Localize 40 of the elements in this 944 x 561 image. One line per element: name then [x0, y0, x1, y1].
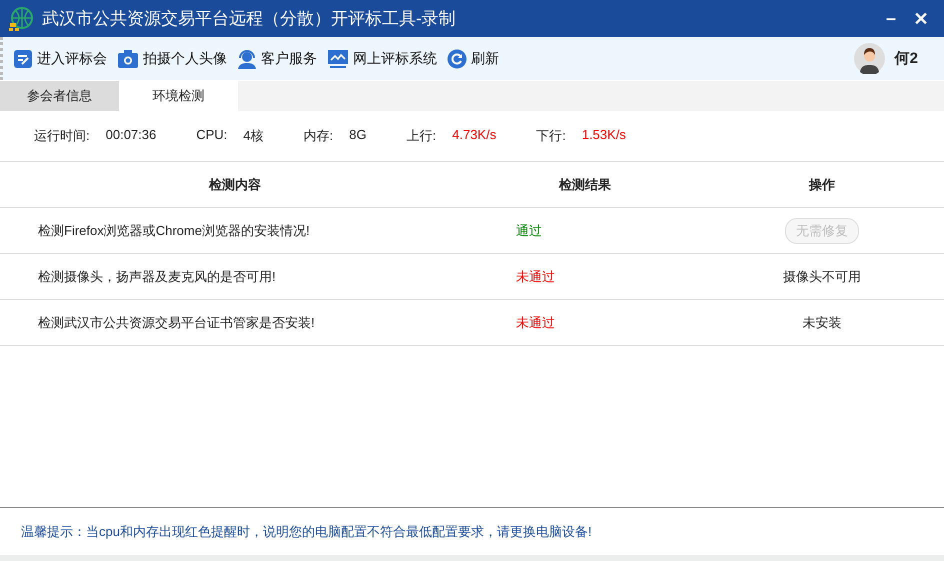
toolbar-button[interactable]: 进入评标会 [11, 48, 109, 68]
table-cell-text: 检测武汉市公共资源交易平台证书管家是否安装! [37, 314, 316, 332]
column-header: 检测结果 [558, 176, 612, 194]
stat-value: 00:07:36 [106, 127, 156, 144]
toolbar-button[interactable]: 拍摄个人头像 [115, 48, 229, 68]
refresh-icon [447, 48, 467, 68]
result-text: 未通过 [515, 314, 556, 332]
stat-label: 运行时间: [34, 127, 90, 145]
toolbar-button[interactable]: 网上评标系统 [325, 48, 439, 68]
table-cell-text: 检测Firefox浏览器或Chrome浏览器的安装情况! [37, 222, 311, 240]
avatar-icon [854, 43, 885, 74]
result-text: 未通过 [515, 268, 556, 286]
stat-value: 4核 [243, 127, 264, 145]
column-header: 检测内容 [208, 176, 262, 194]
table-cell-text: 检测摄像头，扬声器及麦克风的是否可用! [37, 268, 277, 286]
monitor-icon [327, 48, 349, 68]
user-name: 何2 [894, 49, 918, 68]
stat-label: 上行: [406, 127, 436, 145]
stat-value: 8G [349, 127, 366, 144]
stat-label: CPU: [196, 127, 228, 144]
toolbar-button[interactable]: 刷新 [445, 48, 501, 68]
table-cell: 未安装 [802, 314, 842, 332]
toolbar-button[interactable]: 客户服务 [235, 48, 319, 68]
table-cell: 摄像头不可用 [783, 268, 861, 286]
tip-text: 温馨提示：当cpu和内存出现红色提醒时，说明您的电脑配置不符合最低配置要求，请更换电脑设备! [21, 522, 592, 540]
tab[interactable]: 环境检测 [119, 81, 238, 111]
headset-icon [237, 48, 257, 68]
result-text: 通过 [515, 222, 543, 240]
stat-label: 下行: [536, 127, 566, 145]
stat-value: 4.73K/s [452, 127, 496, 144]
minimize-button[interactable]: – [876, 8, 906, 29]
close-button[interactable]: ✕ [906, 8, 936, 30]
stat-value: 1.53K/s [582, 127, 626, 144]
window-title: 武汉市公共资源交易平台远程（分散）开评标工具-录制 [42, 8, 457, 30]
globe-icon [8, 6, 34, 32]
column-header: 操作 [809, 176, 835, 194]
tab[interactable]: 参会者信息 [0, 81, 119, 111]
stat-label: 内存: [304, 127, 334, 145]
camera-icon [117, 48, 139, 68]
edit-icon [13, 48, 33, 68]
